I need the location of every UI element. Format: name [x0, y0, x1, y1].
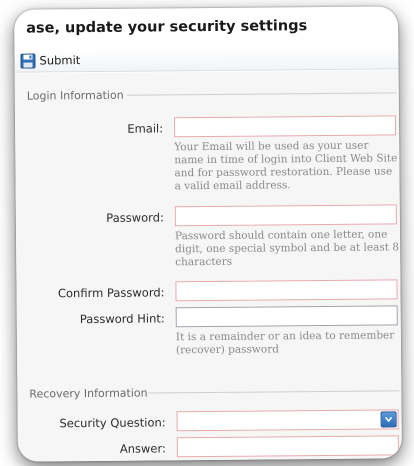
- email-label: Email:: [127, 121, 164, 136]
- password-field[interactable]: [174, 204, 397, 227]
- security-settings-dialog: ase, update your security settings Submi…: [14, 6, 402, 462]
- recovery-information-legend: Recovery Information: [29, 386, 148, 401]
- submit-button[interactable]: Submit: [20, 51, 80, 70]
- password-hint-help: It is a remainder or an idea to remember…: [175, 329, 395, 357]
- chevron-down-icon: [382, 416, 396, 423]
- toolbar: Submit: [14, 46, 399, 73]
- password-hint-label: Password Hint:: [79, 311, 165, 327]
- login-legend-line: [126, 92, 397, 96]
- answer-field[interactable]: [176, 435, 399, 458]
- submit-label: Submit: [39, 53, 81, 68]
- confirm-password-field[interactable]: [175, 279, 398, 302]
- recovery-legend-line: [148, 390, 400, 394]
- email-hint: Your Email will be used as your user nam…: [174, 139, 398, 193]
- answer-label: Answer:: [119, 441, 166, 456]
- confirm-password-label: Confirm Password:: [57, 285, 165, 301]
- password-hint-text: Password should contain one letter, one …: [174, 228, 400, 269]
- dialog-title: ase, update your security settings: [26, 18, 308, 37]
- password-label: Password:: [106, 210, 164, 225]
- password-hint-field[interactable]: [175, 305, 398, 328]
- security-question-label: Security Question:: [59, 415, 166, 431]
- security-question-select[interactable]: [176, 409, 399, 432]
- security-question-dropdown-button[interactable]: [380, 411, 397, 428]
- floppy-disk-icon: [20, 53, 36, 69]
- login-information-legend: Login Information: [26, 88, 124, 103]
- form-area: Login Information Email: Your Email will…: [14, 70, 402, 462]
- screenshot-stage: ase, update your security settings Submi…: [0, 0, 414, 466]
- email-field[interactable]: [173, 115, 397, 138]
